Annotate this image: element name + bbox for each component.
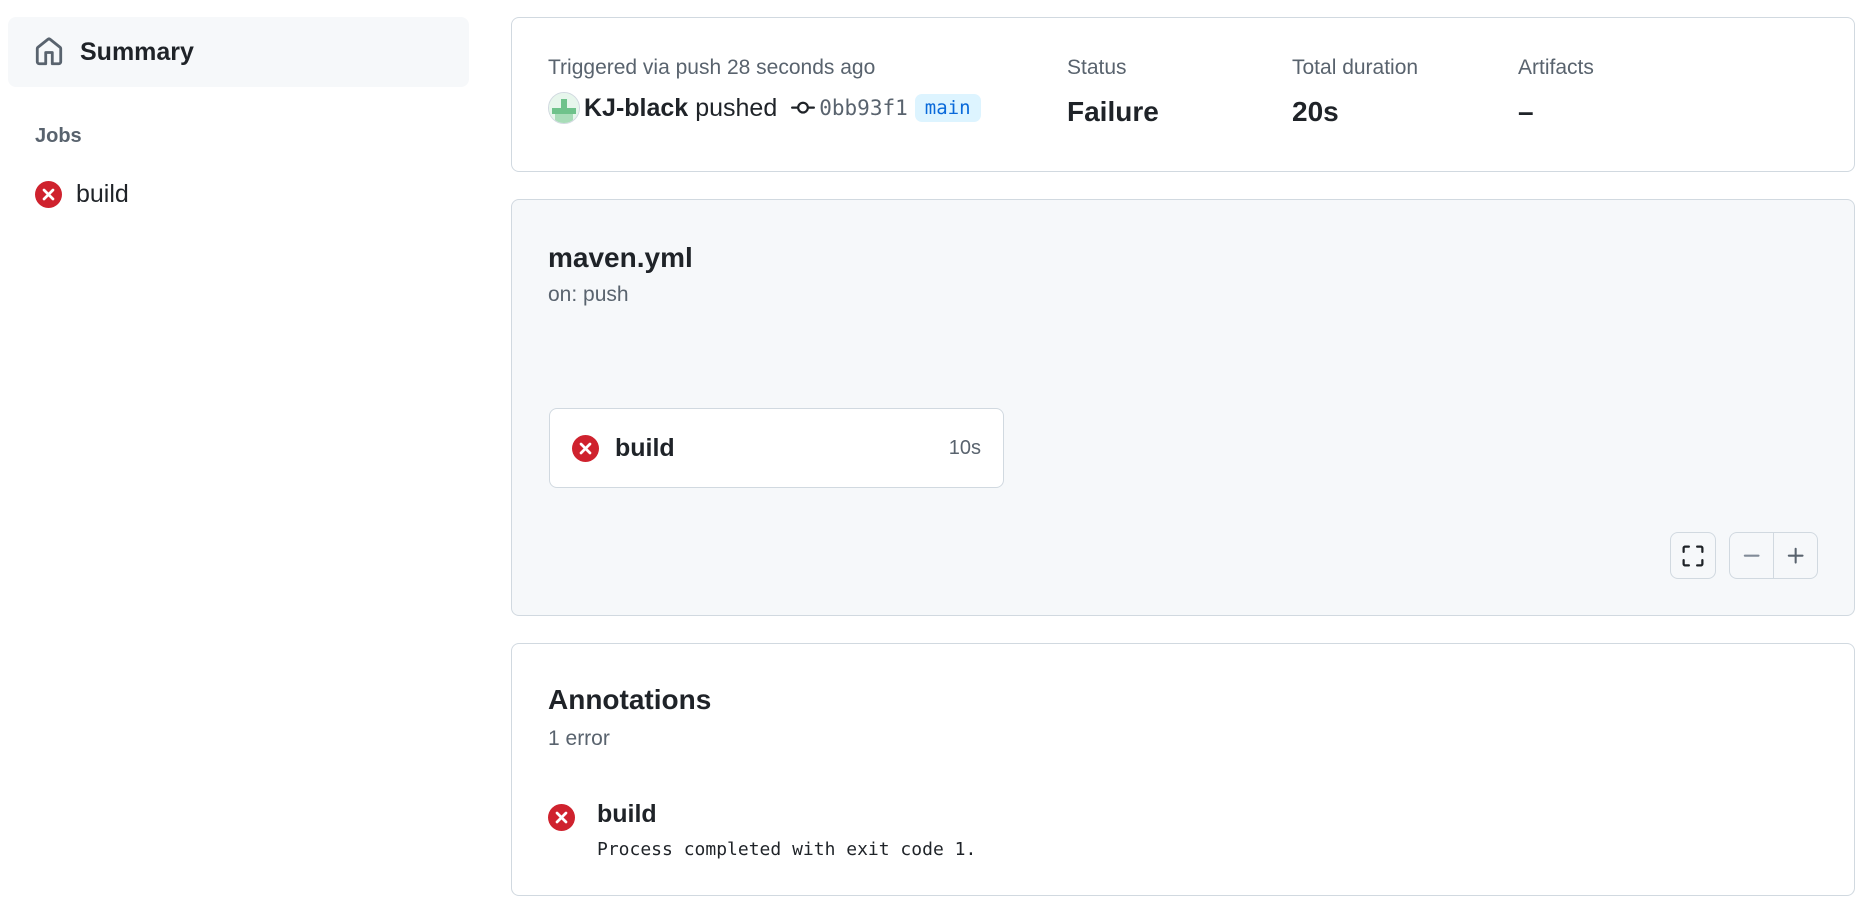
artifacts-value: – (1518, 96, 1534, 127)
action-text: pushed (695, 93, 778, 122)
duration-field: Total duration 20s (1292, 56, 1418, 128)
x-circle-fill-icon (548, 804, 575, 831)
sidebar-item-summary[interactable]: Summary (8, 17, 469, 87)
status-label: Status (1067, 56, 1127, 79)
x-circle-fill-icon (572, 434, 599, 462)
graph-job-duration: 10s (948, 436, 981, 459)
fullscreen-button[interactable] (1670, 532, 1716, 579)
status-field: Status Failure (1067, 56, 1159, 128)
workflow-file-name: maven.yml (548, 242, 693, 273)
annotation-job-link[interactable]: build (597, 800, 657, 829)
workflow-trigger: on: push (548, 283, 629, 306)
graph-job-node-build[interactable]: build 10s (549, 408, 1004, 488)
duration-label: Total duration (1292, 56, 1419, 79)
trigger-info: Triggered via push 28 seconds ago KJ-bla… (548, 56, 981, 124)
dash-icon (1743, 554, 1760, 557)
identicon-icon (549, 93, 579, 123)
run-sidebar: Summary Jobs build (8, 17, 469, 209)
duration-value: 20s (1292, 96, 1339, 127)
home-icon (35, 37, 63, 66)
run-summary-card: Triggered via push 28 seconds ago KJ-bla… (511, 17, 1855, 172)
trigger-text: Triggered via push 28 seconds ago (548, 56, 876, 79)
git-commit-icon (791, 101, 816, 114)
annotation-message: Process completed with exit code 1. (597, 839, 977, 860)
commit-sha-link[interactable]: 0bb93f1 (819, 96, 908, 120)
branch-badge[interactable]: main (914, 94, 981, 122)
trigger-row: KJ-black pushed 0bb93f1 main (548, 92, 981, 124)
avatar[interactable] (548, 92, 580, 124)
jobs-heading: Jobs (35, 125, 82, 147)
zoom-out-button[interactable] (1729, 532, 1774, 579)
sidebar-item-build[interactable]: build (8, 180, 469, 209)
artifacts-label: Artifacts (1518, 56, 1594, 79)
annotations-card: Annotations 1 error build Process comple… (511, 643, 1855, 896)
artifacts-field: Artifacts – (1518, 56, 1594, 128)
x-circle-fill-icon (35, 181, 62, 208)
screen-full-icon (1682, 545, 1704, 566)
sidebar-summary-label: Summary (80, 37, 194, 66)
graph-job-name: build (615, 433, 675, 462)
plus-icon (1787, 547, 1804, 564)
actor-link[interactable]: KJ-black (584, 94, 688, 123)
annotations-count: 1 error (548, 727, 610, 750)
workflow-graph: maven.yml on: push build 10s (511, 199, 1855, 616)
sidebar-job-label: build (76, 180, 129, 208)
status-value: Failure (1067, 96, 1159, 127)
annotations-title: Annotations (548, 684, 712, 715)
zoom-in-button[interactable] (1773, 532, 1818, 579)
